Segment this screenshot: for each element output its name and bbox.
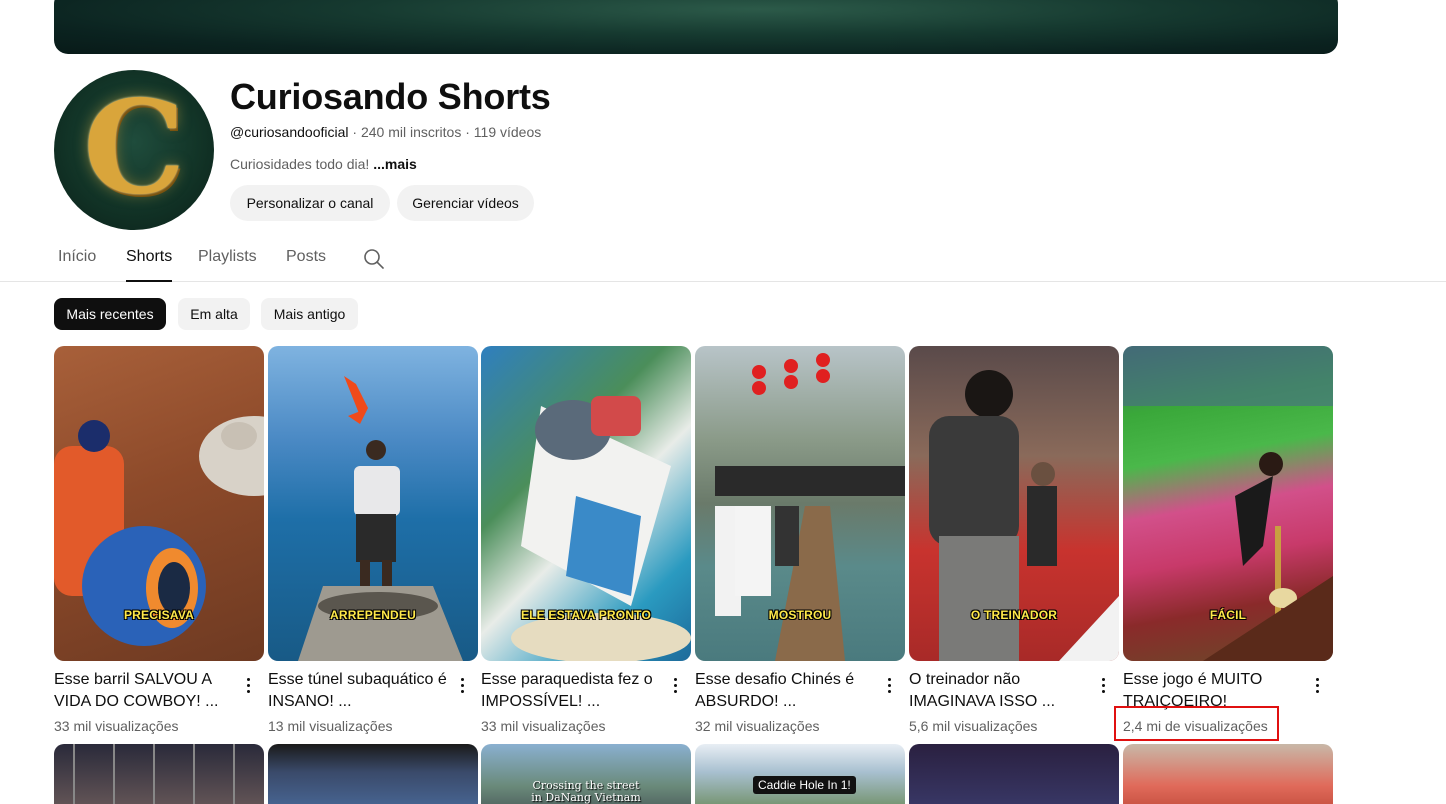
thumbnail-overlay-text: MOSTROU <box>768 608 832 622</box>
short-title[interactable]: Esse desafio Chinés é ABSURDO! ... <box>695 669 875 713</box>
highlight-box <box>1114 706 1279 741</box>
tab-posts[interactable]: Posts <box>286 248 326 282</box>
short-card[interactable]: ELE ESTAVA PRONTO Esse paraquedista fez … <box>481 346 691 734</box>
channel-banner <box>54 0 1338 54</box>
more-options-icon[interactable] <box>246 678 250 694</box>
short-thumbnail[interactable]: ELE ESTAVA PRONTO <box>481 346 691 661</box>
short-thumbnail[interactable]: PRECISAVA <box>54 346 264 661</box>
search-icon[interactable] <box>362 247 386 271</box>
short-thumbnail[interactable]: O TREINADOR <box>909 346 1119 661</box>
more-options-icon[interactable] <box>673 678 677 694</box>
more-link[interactable]: ...mais <box>373 156 417 172</box>
short-thumbnail[interactable]: ARREPENDEU <box>268 346 478 661</box>
thumbnail-overlay-text: ARREPENDEU <box>329 608 416 622</box>
description-text: Curiosidades todo dia! <box>230 156 370 172</box>
short-card[interactable]: ARREPENDEU Esse túnel subaquático é INSA… <box>268 346 478 734</box>
thumbnail-caption: Crossing the street in DaNang Vietnam <box>531 779 641 804</box>
more-options-icon[interactable] <box>887 678 891 694</box>
thumbnail-overlay-text: ELE ESTAVA PRONTO <box>520 608 652 622</box>
customize-channel-button[interactable]: Personalizar o canal <box>230 185 390 221</box>
channel-name: Curiosando Shorts <box>230 76 551 117</box>
channel-description[interactable]: Curiosidades todo dia! ...mais <box>230 156 417 172</box>
tab-playlists[interactable]: Playlists <box>198 248 257 282</box>
view-count: 33 mil visualizações <box>54 718 179 734</box>
short-title[interactable]: Esse túnel subaquático é INSANO! ... <box>268 669 448 713</box>
short-thumbnail[interactable] <box>909 744 1119 804</box>
channel-handle: @curiosandooficial <box>230 124 349 140</box>
more-options-icon[interactable] <box>1315 678 1319 694</box>
filter-chip-oldest[interactable]: Mais antigo <box>261 298 358 330</box>
filter-chip-latest[interactable]: Mais recentes <box>54 298 166 330</box>
view-count: 33 mil visualizações <box>481 718 606 734</box>
short-thumbnail[interactable]: MOSTROU <box>695 346 905 661</box>
short-thumbnail[interactable] <box>54 744 264 804</box>
short-thumbnail[interactable]: Crossing the street in DaNang Vietnam <box>481 744 691 804</box>
short-thumbnail[interactable] <box>1123 744 1333 804</box>
short-title[interactable]: O treinador não IMAGINAVA ISSO ... <box>909 669 1089 713</box>
view-count: 5,6 mil visualizações <box>909 718 1038 734</box>
thumbnail-overlay-text: O TREINADOR <box>970 608 1058 622</box>
tab-shorts[interactable]: Shorts <box>126 248 173 282</box>
meta-separator: · <box>352 124 358 140</box>
short-card[interactable]: PRECISAVA Esse barril SALVOU A VIDA DO C… <box>54 346 264 734</box>
avatar-logo-letter: C <box>83 73 185 223</box>
short-title[interactable]: Esse paraquedista fez o IMPOSSÍVEL! ... <box>481 669 661 713</box>
short-card[interactable]: O TREINADOR O treinador não IMAGINAVA IS… <box>909 346 1119 734</box>
manage-videos-button[interactable]: Gerenciar vídeos <box>397 185 534 221</box>
more-options-icon[interactable] <box>1101 678 1105 694</box>
thumbnail-overlay-text: FÁCIL <box>1209 608 1247 622</box>
short-thumbnail[interactable] <box>268 744 478 804</box>
more-options-icon[interactable] <box>460 678 464 694</box>
short-thumbnail[interactable]: FÁCIL <box>1123 346 1333 661</box>
thumbnail-overlay-text: PRECISAVA <box>123 608 195 622</box>
short-card[interactable]: FÁCIL Esse jogo é MUITO TRAIÇOEIRO! 2,4 … <box>1114 346 1333 741</box>
channel-meta: @curiosandooficial · 240 mil inscritos ·… <box>230 124 541 140</box>
view-count: 13 mil visualizações <box>268 718 393 734</box>
channel-tabs: Início Shorts Playlists Posts <box>0 238 1446 282</box>
meta-separator: · <box>465 124 470 140</box>
short-title[interactable]: Esse barril SALVOU A VIDA DO COWBOY! ... <box>54 669 234 713</box>
view-count: 32 mil visualizações <box>695 718 820 734</box>
filter-chip-popular[interactable]: Em alta <box>178 298 250 330</box>
thumbnail-caption: Caddie Hole In 1! <box>753 776 856 794</box>
short-thumbnail[interactable]: Caddie Hole In 1! <box>695 744 905 804</box>
video-count: 119 vídeos <box>473 124 542 140</box>
short-card[interactable]: MOSTROU Esse desafio Chinés é ABSURDO! .… <box>695 346 905 734</box>
tab-home[interactable]: Início <box>58 248 96 282</box>
subscriber-count: 240 mil inscritos <box>360 124 462 140</box>
channel-avatar[interactable]: C <box>54 70 214 230</box>
